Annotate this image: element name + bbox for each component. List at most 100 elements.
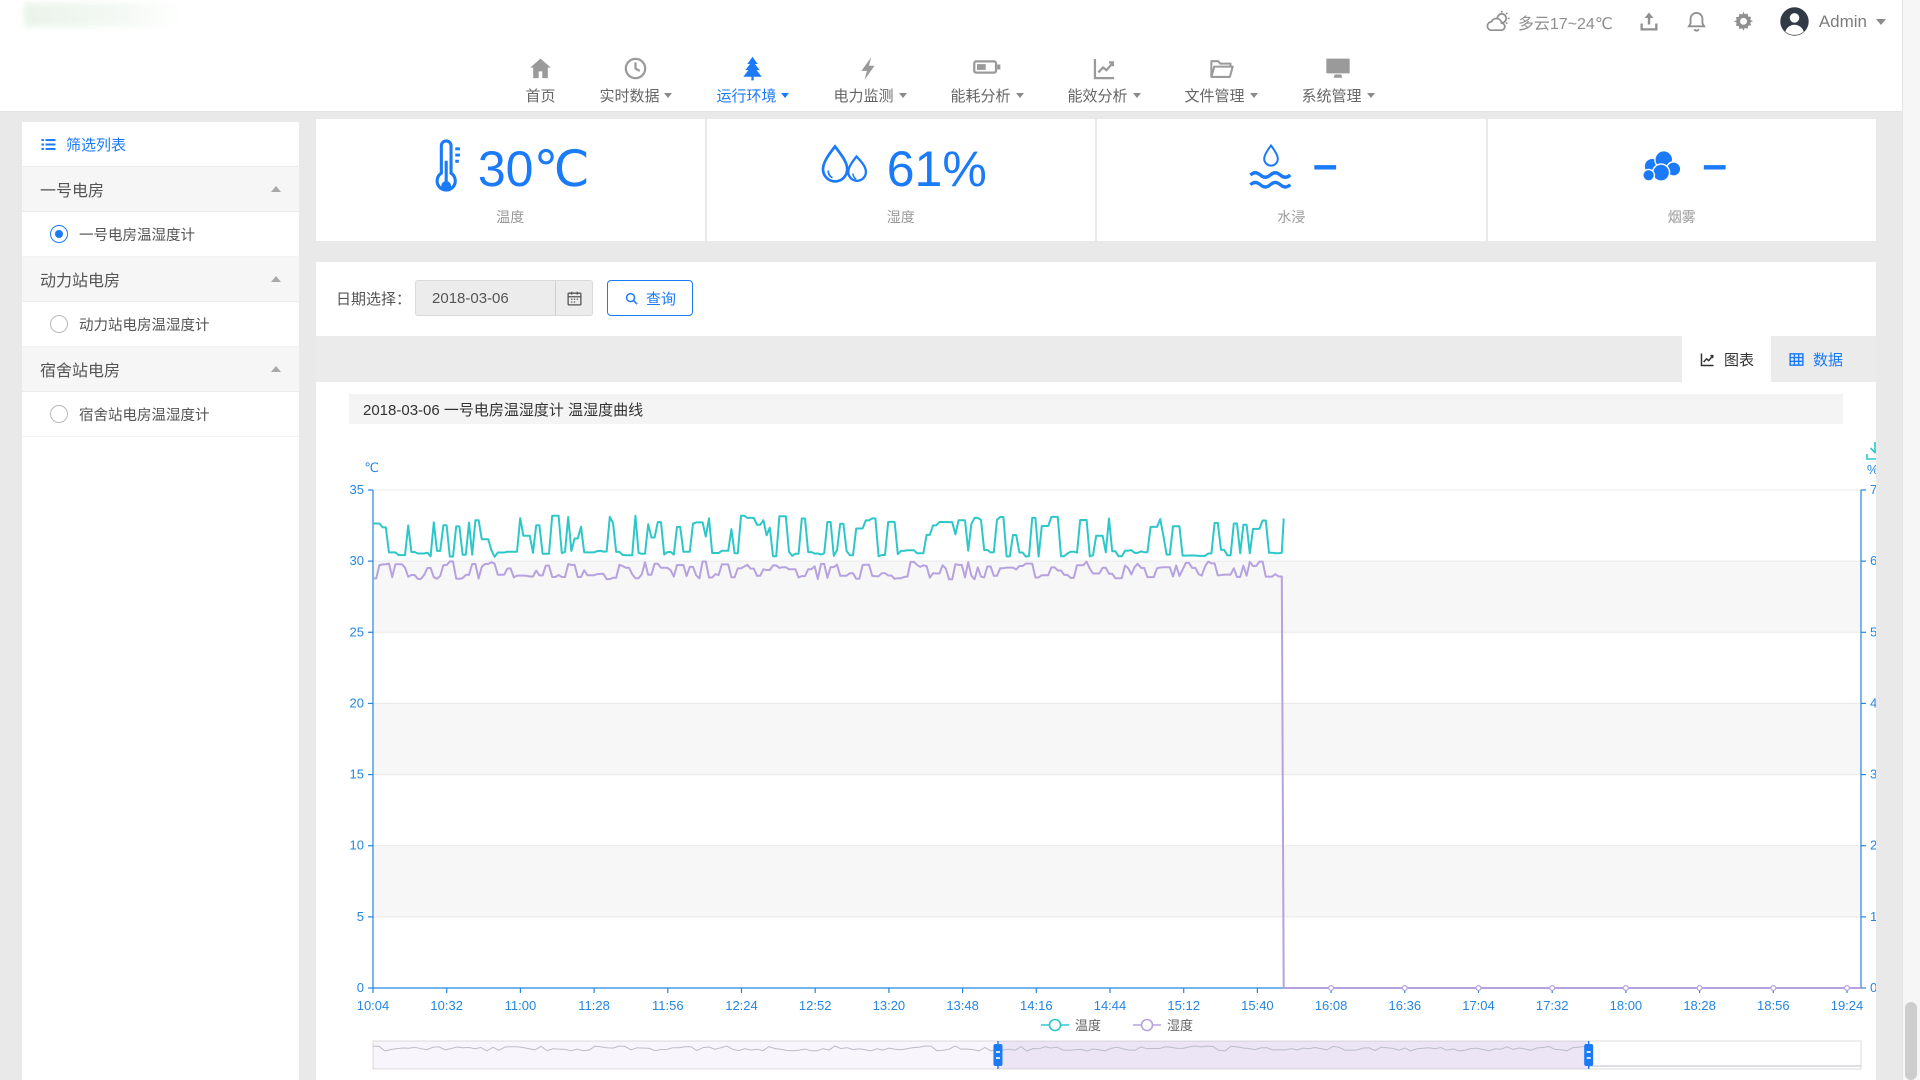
chevron-down-icon [781, 93, 789, 98]
chart-area: 35302520151050℃706050403020100%10:0410:3… [316, 428, 1876, 1080]
filter-list-header: 筛选列表 [22, 122, 299, 167]
nav-item-power-monitor[interactable]: 电力监测 [833, 52, 906, 106]
water-immersion-icon [1245, 143, 1297, 195]
notifications-bell-icon[interactable] [1685, 10, 1708, 33]
sidebar-group-3[interactable]: 宿舍站电房 [22, 347, 299, 392]
svg-text:15:40: 15:40 [1241, 998, 1274, 1013]
legend-item-temperature[interactable]: 温度 [1041, 1018, 1101, 1033]
svg-text:13:48: 13:48 [946, 998, 979, 1013]
nav-item-energy-efficiency[interactable]: 能效分析 [1068, 52, 1141, 106]
sidebar: 筛选列表 一号电房 一号电房温湿度计动力站电房 动力站电房温湿度计宿舍站电房 宿… [22, 122, 299, 1080]
logo-placeholder [24, 3, 184, 27]
search-icon [624, 291, 639, 306]
settings-gear-icon[interactable] [1732, 10, 1755, 33]
chevron-down-icon [664, 93, 672, 98]
monitor-icon [1324, 52, 1352, 82]
metric-card-water-immersion: – 水浸 [1097, 119, 1486, 241]
nav-item-home[interactable]: 首页 [525, 52, 555, 106]
content-panel: 日期选择： 2018-03-06 查询 图表 数据 2018-03-06 一号电… [316, 262, 1876, 1080]
nav-item-file-manage[interactable]: 文件管理 [1185, 52, 1258, 106]
upload-icon[interactable] [1637, 10, 1661, 34]
metric-card-temperature: 30℃ 温度 [316, 119, 705, 241]
temperature-series-line [373, 516, 1284, 557]
weather-text: 多云17~24℃ [1518, 10, 1613, 34]
datazoom-handle-right[interactable] [1584, 1044, 1593, 1066]
svg-text:70: 70 [1870, 482, 1876, 497]
svg-text:15:12: 15:12 [1167, 998, 1200, 1013]
sidebar-item[interactable]: 动力站电房温湿度计 [22, 302, 299, 347]
datazoom-selection[interactable] [998, 1041, 1589, 1069]
query-button[interactable]: 查询 [607, 280, 693, 316]
sidebar-group-2[interactable]: 动力站电房 [22, 257, 299, 302]
radio-button[interactable] [50, 315, 68, 333]
svg-text:10: 10 [1870, 909, 1876, 924]
nav-item-environment[interactable]: 运行环境 [716, 52, 789, 106]
nav-item-realtime-data[interactable]: 实时数据 [599, 52, 672, 106]
svg-text:20: 20 [1870, 838, 1876, 853]
metric-cards-row: 30℃ 温度 61% 湿度 – 水浸 – 烟雾 [316, 119, 1876, 241]
svg-text:12:24: 12:24 [725, 998, 758, 1013]
svg-text:11:56: 11:56 [652, 998, 684, 1013]
svg-text:17:04: 17:04 [1462, 998, 1495, 1013]
admin-menu[interactable]: Admin [1779, 6, 1886, 37]
card-value: 61% [887, 144, 987, 194]
metric-card-humidity: 61% 湿度 [707, 119, 1096, 241]
nav-item-energy-consumption[interactable]: 能耗分析 [951, 52, 1024, 106]
svg-text:11:28: 11:28 [578, 998, 610, 1013]
nav-item-system-manage[interactable]: 系统管理 [1302, 52, 1375, 106]
metric-card-smoke: – 烟雾 [1488, 119, 1877, 241]
collapse-caret-icon [271, 276, 281, 282]
date-select-label: 日期选择： [336, 288, 411, 309]
svg-text:35: 35 [350, 482, 364, 497]
card-label: 温度 [496, 207, 524, 227]
page-scrollbar[interactable] [1902, 0, 1920, 1080]
card-value: 30℃ [478, 144, 590, 194]
chevron-down-icon [1016, 93, 1024, 98]
svg-text:40: 40 [1870, 695, 1876, 710]
main-nav: 首页 实时数据 运行环境 电力监测 能耗分析 能效分析 文件管理 系统管理 [0, 43, 1920, 112]
svg-text:14:16: 14:16 [1020, 998, 1053, 1013]
svg-text:60: 60 [1870, 553, 1876, 568]
svg-text:11:00: 11:00 [505, 998, 537, 1013]
date-input[interactable]: 2018-03-06 [415, 280, 593, 316]
date-value[interactable]: 2018-03-06 [416, 281, 555, 315]
weather-cloud-sun-icon [1484, 9, 1512, 35]
chart-icon [1091, 52, 1118, 82]
sidebar-group-1[interactable]: 一号电房 [22, 167, 299, 212]
tab-chart[interactable]: 图表 [1682, 336, 1771, 382]
svg-text:17:32: 17:32 [1536, 998, 1569, 1013]
temp-humidity-chart: 35302520151050℃706050403020100%10:0410:3… [316, 428, 1876, 1080]
svg-text:湿度: 湿度 [1167, 1018, 1193, 1033]
chevron-down-icon [1133, 93, 1141, 98]
svg-text:温度: 温度 [1075, 1018, 1101, 1033]
sidebar-item[interactable]: 宿舍站电房温湿度计 [22, 392, 299, 437]
chevron-down-icon [1367, 93, 1375, 98]
svg-text:50: 50 [1870, 624, 1876, 639]
svg-text:10:04: 10:04 [357, 998, 390, 1013]
tab-data[interactable]: 数据 [1771, 336, 1860, 382]
calendar-icon[interactable] [555, 281, 592, 315]
admin-label: Admin [1819, 12, 1867, 32]
query-row: 日期选择： 2018-03-06 查询 [316, 262, 1876, 316]
svg-text:18:56: 18:56 [1757, 998, 1790, 1013]
chart-tab-icon [1699, 351, 1716, 368]
tabs-bar: 图表 数据 [316, 336, 1876, 382]
card-value: – [1313, 143, 1337, 187]
topbar: 多云17~24℃ Admin [0, 0, 1920, 44]
scrollbar-thumb[interactable] [1905, 1002, 1917, 1080]
datazoom-handle-left[interactable] [993, 1044, 1002, 1066]
svg-text:12:52: 12:52 [799, 998, 832, 1013]
battery-icon [972, 52, 1002, 82]
chevron-down-icon [1876, 19, 1886, 25]
svg-text:25: 25 [350, 624, 364, 639]
weather-widget: 多云17~24℃ [1484, 9, 1613, 35]
card-label: 水浸 [1277, 207, 1305, 227]
svg-text:16:36: 16:36 [1389, 998, 1422, 1013]
table-icon [1788, 351, 1805, 368]
sidebar-item[interactable]: 一号电房温湿度计 [22, 212, 299, 257]
radio-button[interactable] [50, 405, 68, 423]
download-icon[interactable] [1867, 442, 1876, 459]
radio-button[interactable] [50, 225, 68, 243]
folder-icon [1208, 52, 1235, 82]
legend-item-humidity[interactable]: 湿度 [1133, 1018, 1193, 1033]
